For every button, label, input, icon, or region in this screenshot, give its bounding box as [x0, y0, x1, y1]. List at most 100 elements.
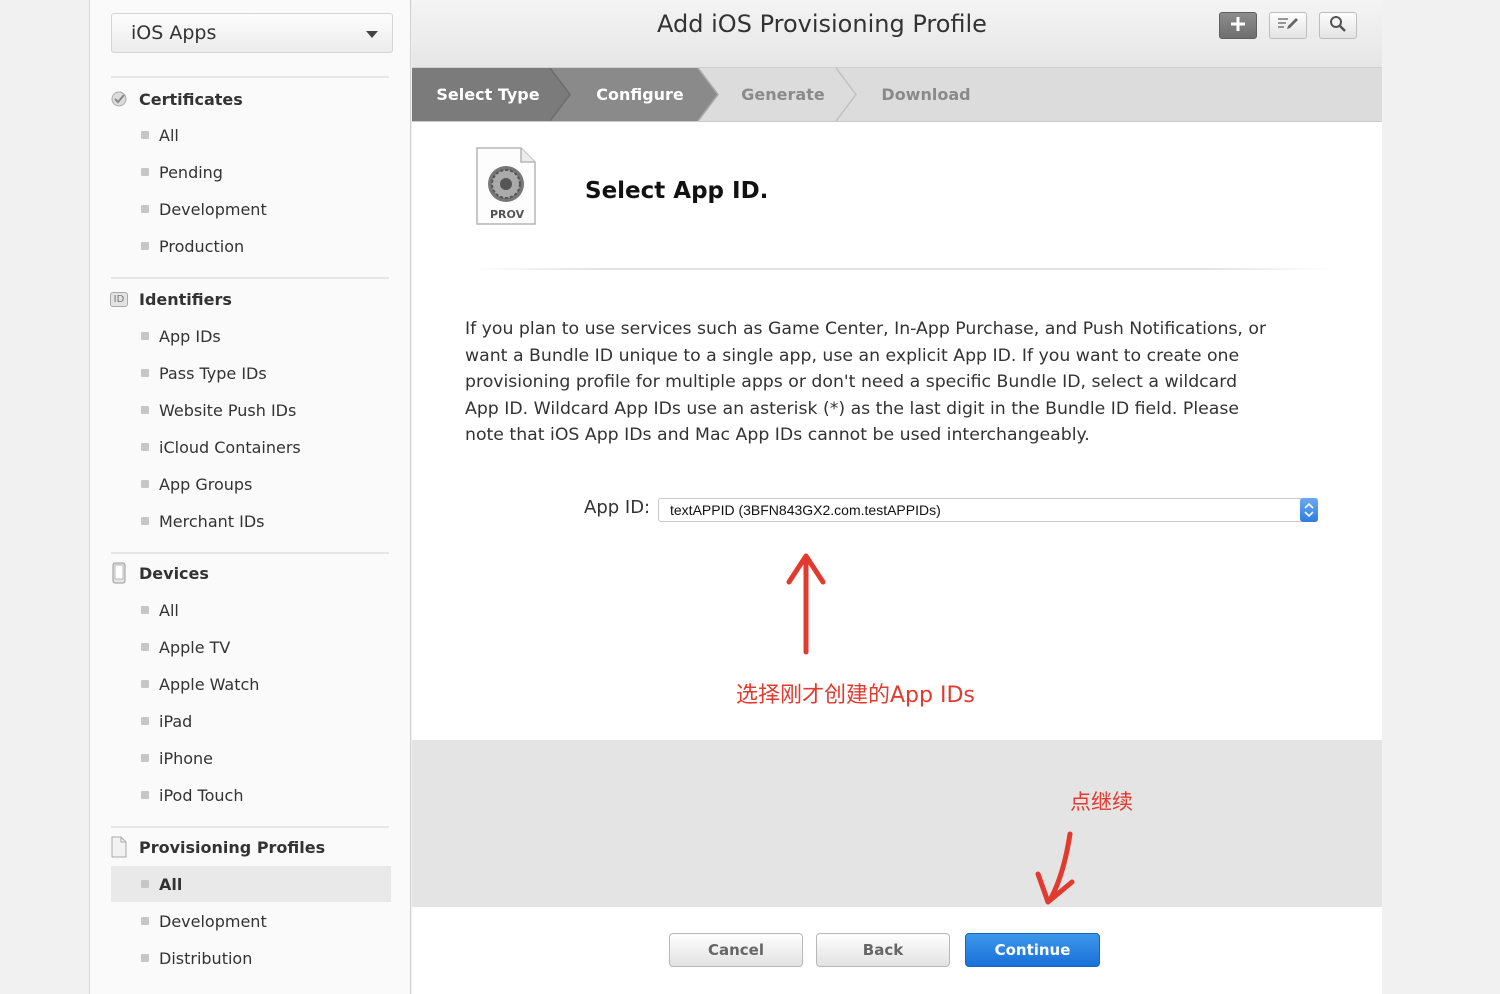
sidebar-item-ipad[interactable]: iPad — [111, 703, 391, 739]
bullet-icon — [141, 205, 149, 213]
provisioning-file-icon: PROV — [475, 144, 539, 228]
bullet-icon — [141, 643, 149, 651]
section-identifiers: ID Identifiers — [108, 287, 232, 311]
bullet-icon — [141, 754, 149, 762]
app-id-value: textAPPID (3BFN843GX2.com.testAPPIDs) — [670, 502, 941, 518]
sidebar-item-icloud-containers[interactable]: iCloud Containers — [111, 429, 391, 465]
sidebar-item-label: iCloud Containers — [159, 437, 301, 457]
sidebar-item-label: App IDs — [159, 326, 221, 346]
divider — [111, 76, 389, 78]
platform-dropdown[interactable]: iOS Apps — [111, 13, 393, 53]
cancel-button[interactable]: Cancel — [669, 933, 803, 967]
red-down-arrow-icon — [1035, 831, 1075, 905]
bullet-icon — [141, 917, 149, 925]
device-icon — [108, 562, 130, 584]
wizard-steps: Select Type Configure Generate Download — [412, 68, 1382, 122]
step-generate: Generate — [741, 85, 825, 104]
sidebar-item-app-groups[interactable]: App Groups — [111, 466, 391, 502]
description-text: If you plan to use services such as Game… — [465, 319, 1267, 445]
divider — [111, 826, 389, 828]
sidebar-item-production[interactable]: Production — [111, 228, 391, 264]
bullet-icon — [141, 954, 149, 962]
add-button[interactable] — [1219, 12, 1257, 39]
file-type-label: PROV — [490, 208, 525, 221]
sidebar-item-label: All — [159, 125, 179, 145]
app-id-select[interactable]: textAPPID (3BFN843GX2.com.testAPPIDs) — [658, 498, 1318, 522]
section-title: Certificates — [139, 89, 243, 109]
sidebar-item-label: App Groups — [159, 474, 253, 494]
certificate-icon — [108, 89, 130, 109]
sidebar-item-label: Production — [159, 236, 245, 256]
section-certificates: Certificates — [108, 87, 243, 111]
sidebar-item-pending[interactable]: Pending — [111, 154, 391, 190]
search-icon — [1329, 15, 1347, 37]
annotation-continue: 点继续 — [1070, 790, 1133, 814]
bullet-icon — [141, 717, 149, 725]
sidebar-item-label: Distribution — [159, 948, 253, 968]
sidebar-item-label: Apple Watch — [159, 674, 260, 694]
sidebar-item-label: All — [159, 874, 183, 894]
sidebar-item-label: Pending — [159, 162, 223, 182]
sidebar-item-website-push-ids[interactable]: Website Push IDs — [111, 392, 391, 428]
sidebar-item-ipod-touch[interactable]: iPod Touch — [111, 777, 391, 813]
sidebar-item-apple-watch[interactable]: Apple Watch — [111, 666, 391, 702]
id-icon: ID — [108, 289, 130, 309]
sidebar-item-label: iPod Touch — [159, 785, 244, 805]
sidebar: iOS Apps Certificates All Pending Develo… — [89, 0, 411, 994]
divider — [111, 277, 389, 279]
sidebar-item-apple-tv[interactable]: Apple TV — [111, 629, 391, 665]
sidebar-item-iphone[interactable]: iPhone — [111, 740, 391, 776]
edit-button[interactable] — [1269, 12, 1307, 39]
sidebar-item-label: Pass Type IDs — [159, 363, 267, 383]
sidebar-item-profiles-development[interactable]: Development — [111, 903, 391, 939]
divider — [111, 552, 389, 554]
select-stepper-icon — [1300, 498, 1318, 522]
bullet-icon — [141, 168, 149, 176]
bullet-icon — [141, 791, 149, 799]
search-button[interactable] — [1319, 12, 1357, 39]
sidebar-item-label: Merchant IDs — [159, 511, 265, 531]
sidebar-item-profiles-all[interactable]: All — [111, 866, 391, 902]
page-title: Add iOS Provisioning Profile — [657, 10, 987, 38]
section-title: Provisioning Profiles — [139, 837, 326, 857]
grey-band — [412, 740, 1382, 907]
bullet-icon — [141, 131, 149, 139]
bullet-icon — [141, 242, 149, 250]
sidebar-item-distribution[interactable]: Distribution — [111, 940, 391, 976]
section-title: Identifiers — [139, 289, 232, 309]
platform-label: iOS Apps — [131, 22, 217, 44]
step-download: Download — [881, 85, 971, 104]
step-select-type: Select Type — [436, 85, 540, 104]
bullet-icon — [141, 369, 149, 377]
bullet-icon — [141, 880, 149, 888]
bullet-icon — [141, 480, 149, 488]
sidebar-item-development-certs[interactable]: Development — [111, 191, 391, 227]
sidebar-item-label: iPhone — [159, 748, 214, 768]
continue-button[interactable]: Continue — [965, 933, 1100, 967]
section-devices: Devices — [108, 561, 209, 585]
plus-icon — [1229, 15, 1247, 37]
sidebar-item-label: Website Push IDs — [159, 400, 297, 420]
section-heading: Select App ID. — [585, 178, 769, 204]
sidebar-item-label: All — [159, 600, 179, 620]
bullet-icon — [141, 443, 149, 451]
section-title: Devices — [139, 563, 209, 583]
bullet-icon — [141, 606, 149, 614]
bullet-icon — [141, 680, 149, 688]
bullet-icon — [141, 332, 149, 340]
step-configure: Configure — [596, 85, 684, 104]
sidebar-item-certificates-all[interactable]: All — [111, 117, 391, 153]
bullet-icon — [141, 406, 149, 414]
sidebar-item-app-ids[interactable]: App IDs — [111, 318, 391, 354]
sidebar-item-label: Development — [159, 199, 267, 219]
edit-icon — [1277, 16, 1299, 36]
chevron-down-icon — [366, 31, 378, 38]
footer: Cancel Back Continue — [412, 907, 1382, 994]
app-id-label: App ID: — [584, 497, 651, 518]
sidebar-item-pass-type-ids[interactable]: Pass Type IDs — [111, 355, 391, 391]
sidebar-item-devices-all[interactable]: All — [111, 592, 391, 628]
back-button[interactable]: Back — [816, 933, 950, 967]
sidebar-item-merchant-ids[interactable]: Merchant IDs — [111, 503, 391, 539]
header: Add iOS Provisioning Profile — [412, 0, 1382, 68]
sidebar-item-label: Apple TV — [159, 637, 231, 657]
